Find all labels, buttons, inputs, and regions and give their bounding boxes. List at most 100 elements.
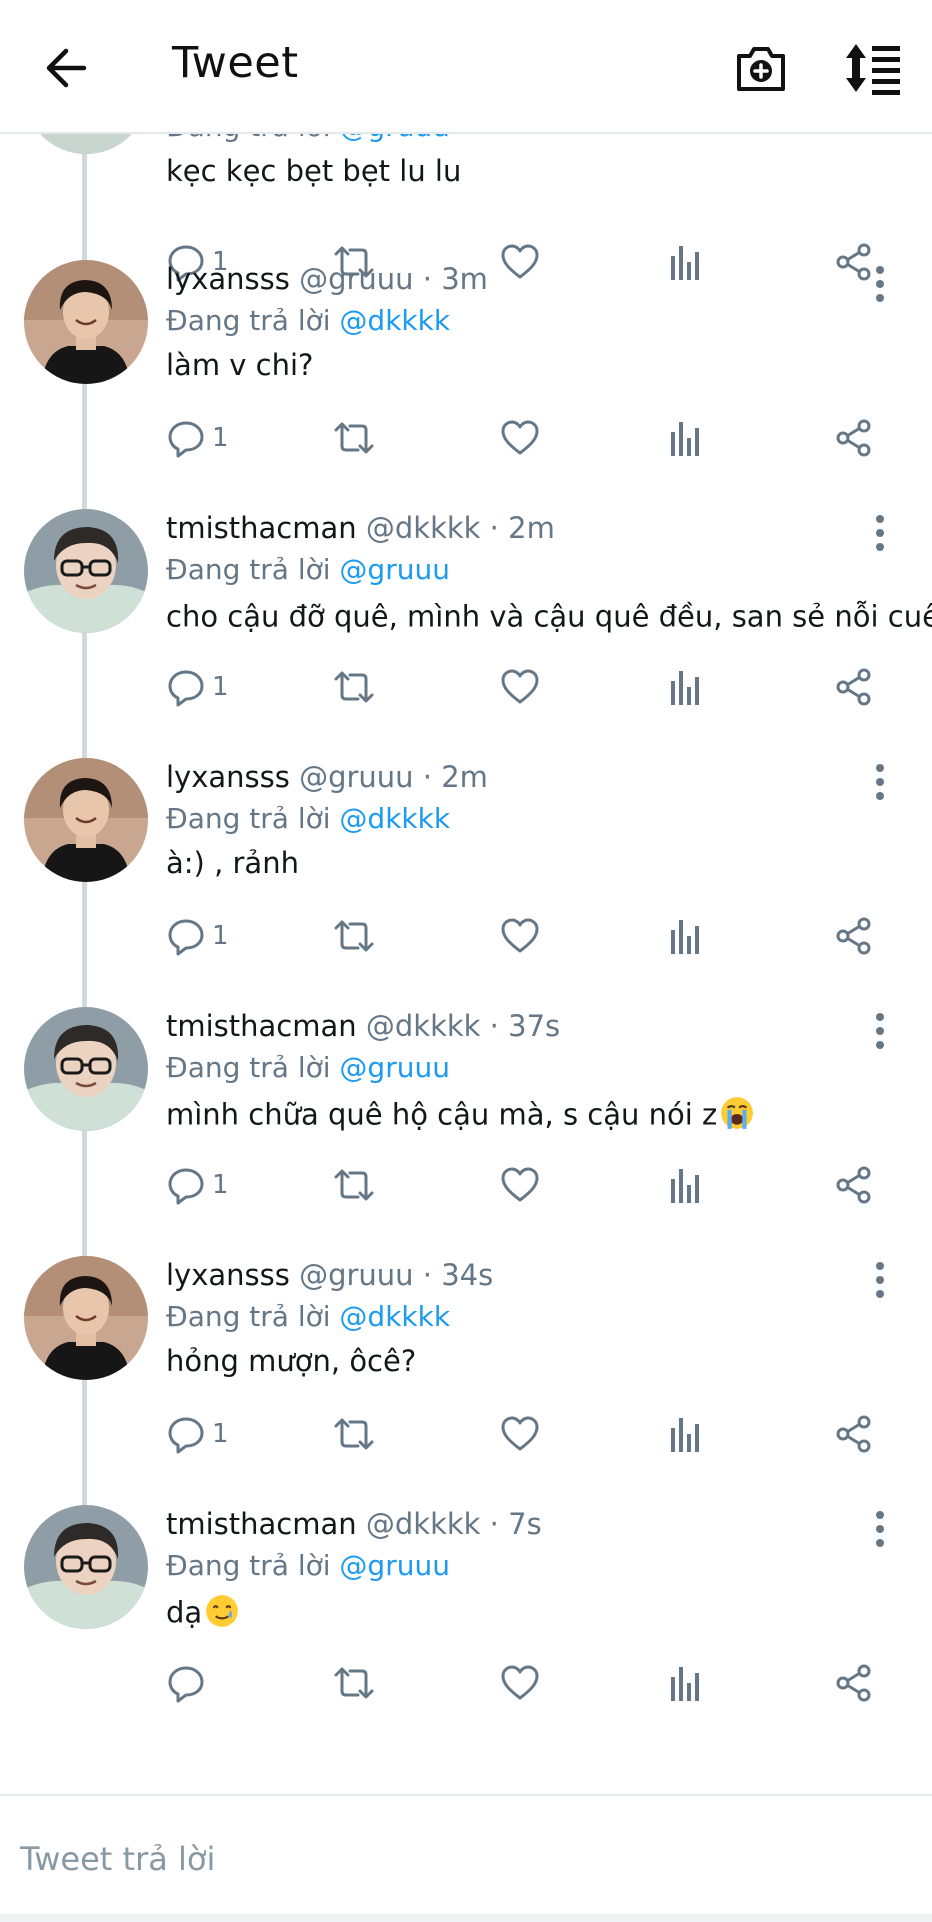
display-name[interactable]: tmisthacman xyxy=(166,1009,357,1043)
display-name[interactable]: lyxansss xyxy=(166,1258,290,1292)
display-name[interactable]: lyxansss xyxy=(166,760,290,794)
tweet-text: hỏng mượn, ôcê? xyxy=(166,1344,416,1378)
camera-plus-icon[interactable] xyxy=(733,40,789,96)
display-name[interactable]: lyxansss xyxy=(166,262,290,296)
avatar[interactable] xyxy=(24,1505,148,1629)
arrow-left-icon[interactable] xyxy=(40,40,96,96)
stats-button[interactable] xyxy=(668,914,704,958)
retweet-icon xyxy=(334,671,374,703)
more-options-button[interactable] xyxy=(862,760,898,804)
loudly-crying-face-emoji xyxy=(719,1095,755,1138)
reply-button[interactable]: 1 xyxy=(166,665,229,709)
stats-button[interactable] xyxy=(668,1412,704,1456)
separator-dot: · xyxy=(480,1507,509,1541)
more-options-button[interactable] xyxy=(862,511,898,555)
more-options-button[interactable] xyxy=(862,1009,898,1053)
mention-link[interactable]: @gruuu xyxy=(339,553,450,586)
avatar[interactable] xyxy=(24,509,148,633)
bar-chart-icon xyxy=(671,1667,699,1701)
tweet[interactable]: tmisthacman @dkkkk · 2m Đang trả lời @gru… xyxy=(0,497,932,746)
user-handle[interactable]: @dkkkk xyxy=(366,1009,481,1043)
reply-button[interactable]: 1 xyxy=(166,914,229,958)
tweet[interactable]: lyxansss @gruuu · 2m Đang trả lời @dkkkk à… xyxy=(0,746,932,995)
stats-button[interactable] xyxy=(668,1661,704,1705)
reply-count: 1 xyxy=(212,1170,229,1200)
retweet-button[interactable] xyxy=(332,665,376,709)
reply-to: Đang trả lời @gruuu xyxy=(166,553,450,586)
tweet[interactable]: lyxansss @gruuu · 34s Đang trả lời @dkkkk… xyxy=(0,1244,932,1493)
tweet[interactable]: tmisthacman @dkkkk · 7s Đang trả lời @gru… xyxy=(0,1493,932,1742)
share-button[interactable] xyxy=(834,665,874,709)
mention-link[interactable]: @dkkkk xyxy=(339,304,450,337)
stats-button[interactable] xyxy=(668,416,704,460)
retweet-button[interactable] xyxy=(332,914,376,958)
retweet-button[interactable] xyxy=(332,1412,376,1456)
reply-button[interactable]: 1 xyxy=(166,1163,229,1207)
reply-button[interactable]: 1 xyxy=(166,416,229,460)
more-vertical-icon xyxy=(876,1262,884,1298)
retweet-button[interactable] xyxy=(332,1661,376,1705)
retweet-icon xyxy=(334,1667,374,1699)
share-button[interactable] xyxy=(834,914,874,958)
like-button[interactable] xyxy=(500,416,540,460)
tweet-text: mình chữa quê hộ cậu mà, s cậu nói z xyxy=(166,1095,755,1138)
mention-link[interactable]: @dkkkk xyxy=(339,1300,450,1333)
reply-button[interactable]: 1 xyxy=(166,1412,229,1456)
like-button[interactable] xyxy=(500,1661,540,1705)
heart-icon xyxy=(501,1665,539,1700)
reply-button[interactable] xyxy=(166,1661,212,1705)
like-button[interactable] xyxy=(500,1412,540,1456)
share-button[interactable] xyxy=(834,1163,874,1207)
stats-button[interactable] xyxy=(668,1163,704,1207)
avatar[interactable] xyxy=(24,758,148,882)
more-vertical-icon xyxy=(876,266,884,302)
tweet-header: lyxansss @gruuu · 34s xyxy=(166,1258,493,1292)
more-vertical-icon xyxy=(876,1013,884,1049)
user-handle[interactable]: @gruuu xyxy=(299,262,413,296)
share-button[interactable] xyxy=(834,416,874,460)
timestamp: 7s xyxy=(508,1507,542,1541)
user-handle[interactable]: @dkkkk xyxy=(366,511,481,545)
reply-bar xyxy=(0,1794,932,1922)
user-handle[interactable]: @dkkkk xyxy=(366,1507,481,1541)
sort-list-icon[interactable] xyxy=(842,40,906,96)
avatar[interactable] xyxy=(24,1007,148,1131)
mention-link[interactable]: @gruuu xyxy=(339,1549,450,1582)
retweet-button[interactable] xyxy=(332,416,376,460)
share-button[interactable] xyxy=(834,1412,874,1456)
tweet-header: tmisthacman @dkkkk · 37s xyxy=(166,1009,560,1043)
avatar[interactable] xyxy=(24,260,148,384)
display-name[interactable]: tmisthacman xyxy=(166,511,357,545)
share-button[interactable] xyxy=(834,1661,874,1705)
reply-input[interactable] xyxy=(18,1830,902,1888)
mention-link[interactable]: @dkkkk xyxy=(339,802,450,835)
tweet-body: hỏng mượn, ôcê? xyxy=(166,1344,417,1378)
like-button[interactable] xyxy=(500,1163,540,1207)
mention-link[interactable]: @gruuu xyxy=(339,1051,450,1084)
share-icon xyxy=(836,668,871,706)
reply-prefix: Đang trả lời xyxy=(166,1300,331,1333)
reply-icon xyxy=(168,919,204,956)
user-handle[interactable]: @gruuu xyxy=(299,1258,413,1292)
bar-chart-icon xyxy=(671,1169,699,1203)
tweet-header: tmisthacman @dkkkk · 2m xyxy=(166,511,555,545)
tweet[interactable]: tmisthacman @dkkkk · 37s Đang trả lời @gr… xyxy=(0,995,932,1244)
tweet[interactable]: lyxansss @gruuu · 3m Đang trả lời @dkkkk l… xyxy=(0,248,932,497)
user-handle[interactable]: @gruuu xyxy=(299,760,413,794)
bar-chart-icon xyxy=(671,671,699,705)
more-options-button[interactable] xyxy=(862,1507,898,1551)
reply-icon xyxy=(168,1417,204,1454)
avatar[interactable] xyxy=(24,1256,148,1380)
retweet-button[interactable] xyxy=(332,1163,376,1207)
like-button[interactable] xyxy=(500,665,540,709)
more-options-button[interactable] xyxy=(862,262,898,306)
more-options-button[interactable] xyxy=(862,1258,898,1302)
like-button[interactable] xyxy=(500,914,540,958)
tweet-thread: Đang trả lời @gruuu kẹc kẹc bẹt bẹt lu l… xyxy=(0,110,932,1800)
stats-button[interactable] xyxy=(668,665,704,709)
reply-count: 1 xyxy=(212,423,229,453)
display-name[interactable]: tmisthacman xyxy=(166,1507,357,1541)
tweet-header: tmisthacman @dkkkk · 7s xyxy=(166,1507,542,1541)
reply-prefix: Đang trả lời xyxy=(166,304,331,337)
separator-dot: · xyxy=(480,1009,509,1043)
